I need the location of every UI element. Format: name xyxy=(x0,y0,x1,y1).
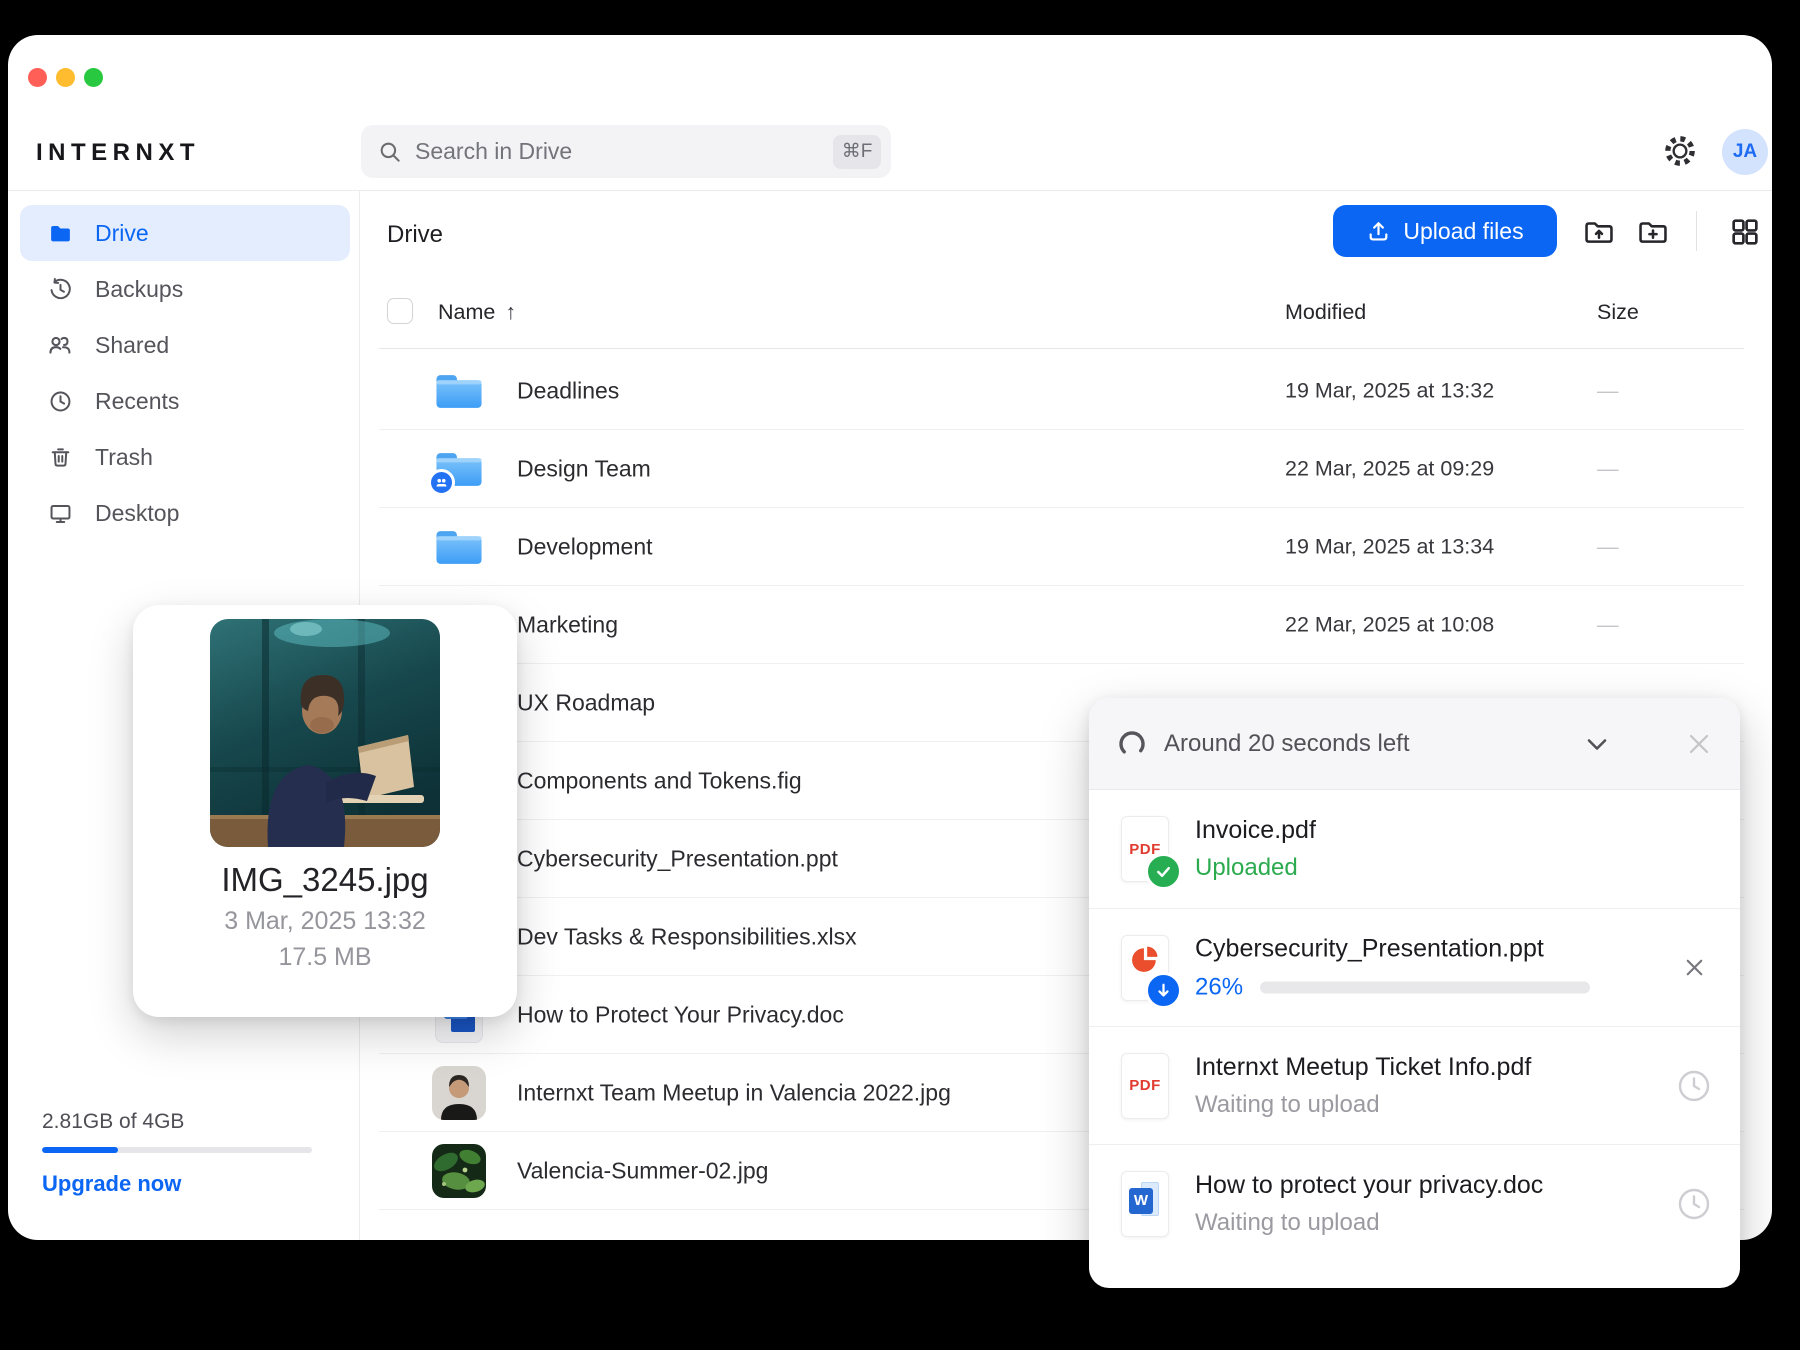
preview-photo xyxy=(210,619,440,847)
table-row[interactable]: Development 19 Mar, 2025 at 13:34 — xyxy=(8,508,1772,586)
upload-item-name: How to protect your privacy.doc xyxy=(1195,1171,1695,1200)
upload-folder-button[interactable] xyxy=(1581,214,1617,250)
upload-progress-bar xyxy=(1260,981,1590,993)
upload-item: Cybersecurity_Presentation.ppt 26% xyxy=(1089,908,1740,1026)
folder-plus-icon xyxy=(1636,215,1670,249)
cancel-upload-icon[interactable] xyxy=(1676,950,1712,986)
sidebar-item-backups[interactable]: Backups xyxy=(20,261,350,317)
folder-icon xyxy=(47,220,73,246)
upload-files-button[interactable]: Upload files xyxy=(1333,205,1557,257)
upload-item-status: Waiting to upload xyxy=(1195,1209,1695,1237)
preview-filename: IMG_3245.jpg xyxy=(133,861,517,899)
search-icon xyxy=(377,139,403,165)
column-header-size[interactable]: Size xyxy=(1597,300,1639,325)
upload-item-name: Invoice.pdf xyxy=(1195,816,1695,845)
history-icon xyxy=(47,276,73,302)
chevron-down-icon[interactable] xyxy=(1581,728,1613,760)
upload-icon xyxy=(1366,219,1391,244)
close-window-button[interactable] xyxy=(28,68,47,87)
upload-progress-popup: Around 20 seconds left PDF Invoice.pdf xyxy=(1089,698,1740,1288)
waiting-clock-icon xyxy=(1676,1186,1712,1222)
spinner-icon xyxy=(1117,729,1147,759)
page-title: Drive xyxy=(387,221,443,249)
grid-view-button[interactable] xyxy=(1727,214,1763,250)
photo-thumbnail xyxy=(432,1144,486,1198)
table-row[interactable]: Deadlines 19 Mar, 2025 at 13:32 — xyxy=(8,352,1772,430)
pdf-file-icon: PDF xyxy=(1121,816,1169,882)
powerpoint-file-icon xyxy=(1121,935,1169,1001)
upload-percent-label: 26% xyxy=(1195,973,1243,1001)
folder-upload-icon xyxy=(1582,215,1616,249)
close-icon[interactable] xyxy=(1682,727,1716,761)
minimize-window-button[interactable] xyxy=(56,68,75,87)
uploading-arrow-icon xyxy=(1145,972,1182,1009)
shared-folder-icon xyxy=(434,449,484,490)
file-preview-card: IMG_3245.jpg 3 Mar, 2025 13:32 17.5 MB xyxy=(133,605,517,1017)
upload-item: W How to protect your privacy.doc Waitin… xyxy=(1089,1144,1740,1262)
sidebar-item-label: Backups xyxy=(95,276,183,303)
upload-popup-header: Around 20 seconds left xyxy=(1089,698,1740,790)
toolbar-separator xyxy=(1696,211,1697,251)
avatar[interactable]: JA xyxy=(1722,129,1768,175)
sidebar-item-drive[interactable]: Drive xyxy=(20,205,350,261)
internxt-logo: INTERNXT xyxy=(36,139,200,167)
folder-icon xyxy=(434,527,484,568)
new-folder-button[interactable] xyxy=(1635,214,1671,250)
uploaded-check-icon xyxy=(1145,853,1182,890)
pdf-file-icon: PDF xyxy=(1121,1053,1169,1119)
upload-time-remaining: Around 20 seconds left xyxy=(1164,730,1410,758)
upload-item-name: Internxt Meetup Ticket Info.pdf xyxy=(1195,1053,1695,1082)
column-header-name[interactable]: Name↑ xyxy=(438,300,516,325)
upload-item: PDF Internxt Meetup Ticket Info.pdf Wait… xyxy=(1089,1026,1740,1144)
word-file-icon: W xyxy=(1121,1171,1169,1237)
header-divider xyxy=(8,190,1772,191)
window-controls xyxy=(28,68,103,87)
folder-icon xyxy=(434,371,484,412)
upload-button-label: Upload files xyxy=(1403,218,1523,245)
shared-badge-icon xyxy=(428,469,455,496)
preview-date: 3 Mar, 2025 13:32 xyxy=(133,907,517,936)
gear-icon xyxy=(1662,133,1698,169)
maximize-window-button[interactable] xyxy=(84,68,103,87)
search-shortcut-chip: ⌘F xyxy=(833,135,881,169)
table-header-divider xyxy=(379,348,1744,349)
upload-item: PDF Invoice.pdf Uploaded xyxy=(1089,790,1740,908)
photo-thumbnail xyxy=(432,1066,486,1120)
upload-item-status: Uploaded xyxy=(1195,854,1695,882)
upload-item-status: Waiting to upload xyxy=(1195,1091,1695,1119)
sidebar-item-label: Drive xyxy=(95,220,149,247)
waiting-clock-icon xyxy=(1676,1068,1712,1104)
table-row[interactable]: Design Team 22 Mar, 2025 at 09:29 — xyxy=(8,430,1772,508)
column-header-modified[interactable]: Modified xyxy=(1285,300,1366,325)
search-input[interactable] xyxy=(415,138,833,165)
upload-item-name: Cybersecurity_Presentation.ppt xyxy=(1195,934,1695,963)
select-all-checkbox[interactable] xyxy=(387,298,413,324)
search-bar[interactable]: ⌘F xyxy=(361,125,891,178)
desktop-background: INTERNXT ⌘F JA xyxy=(0,0,1800,1350)
preview-size: 17.5 MB xyxy=(133,943,517,972)
settings-button[interactable] xyxy=(1661,132,1699,170)
sort-asc-icon: ↑ xyxy=(505,300,516,324)
grid-view-icon xyxy=(1729,216,1761,248)
